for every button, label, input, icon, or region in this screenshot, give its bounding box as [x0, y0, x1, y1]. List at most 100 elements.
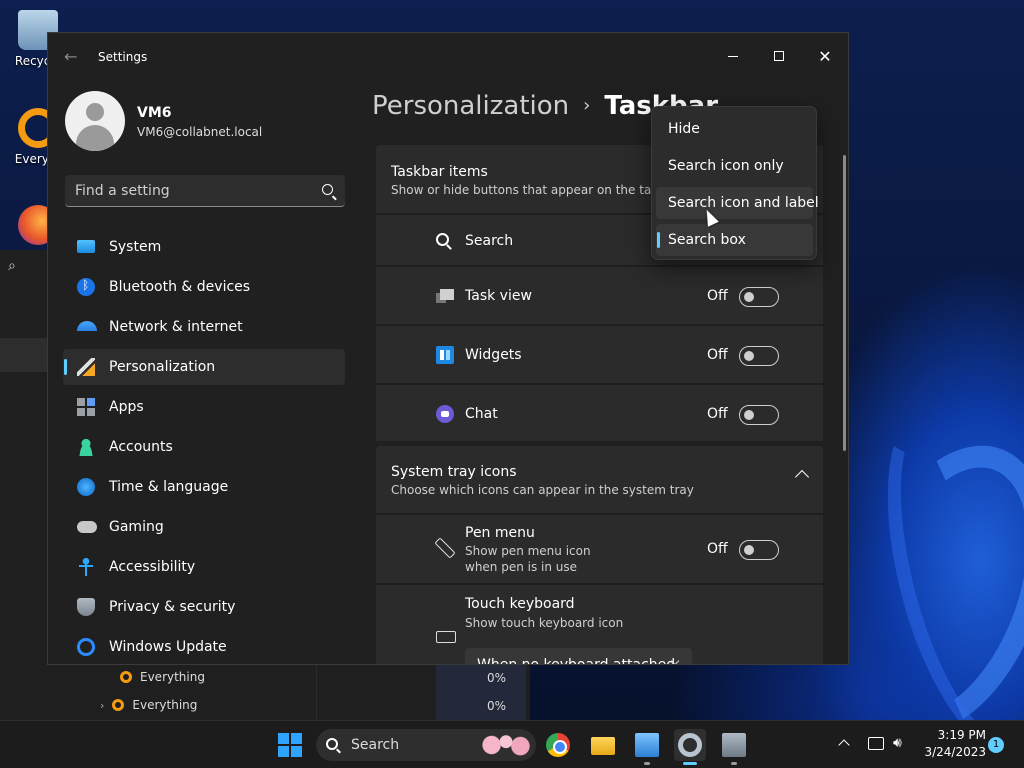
sidebar-item-label: Accessibility — [109, 559, 196, 575]
task-view-toggle[interactable] — [739, 287, 779, 307]
chevron-right-icon: › — [583, 95, 591, 116]
sidebar-item-label: Windows Update — [109, 639, 227, 655]
search-box[interactable] — [65, 175, 345, 207]
wifi-icon — [77, 321, 97, 331]
setting-row-pen-menu: Pen menu Show pen menu icon when pen is … — [376, 513, 823, 583]
sidebar-item-time-language[interactable]: Time & language — [63, 469, 345, 505]
search-input[interactable] — [75, 181, 305, 201]
chat-toggle[interactable] — [739, 405, 779, 425]
app-title: Settings — [98, 50, 148, 64]
dropdown-option-search-icon-only[interactable]: Search icon only — [656, 150, 813, 182]
clock-time[interactable]: 3:19 PM — [930, 728, 986, 742]
minimize-button[interactable] — [710, 41, 756, 71]
cpu-percent: 0% — [487, 671, 507, 685]
sidebar-item-label: Time & language — [109, 479, 229, 495]
toggle-state: Off — [707, 406, 728, 422]
setting-description: when pen is in use — [465, 560, 578, 574]
person-icon — [77, 438, 95, 456]
toggle-state: Off — [707, 541, 728, 557]
sidebar-item-privacy[interactable]: Privacy & security — [63, 589, 345, 625]
taskbar-search-label: Search — [351, 737, 400, 753]
section-title: Taskbar items — [391, 164, 488, 180]
setting-label: Chat — [465, 406, 498, 422]
gear-icon — [678, 733, 702, 757]
sidebar-item-label: Apps — [109, 399, 144, 415]
sidebar-item-gaming[interactable]: Gaming — [63, 509, 345, 545]
taskbar-app-chrome[interactable] — [542, 729, 574, 761]
sidebar-item-bluetooth[interactable]: Bluetooth & devices — [63, 269, 345, 305]
setting-description: Show touch keyboard icon — [465, 616, 624, 630]
dropdown-option-search-icon-and-label[interactable]: Search icon and label — [656, 187, 819, 219]
chevron-up-icon[interactable] — [794, 469, 810, 485]
avatar[interactable] — [65, 91, 125, 151]
dropdown-option-search-box[interactable]: Search box — [656, 224, 813, 256]
pen-menu-toggle[interactable] — [739, 540, 779, 560]
section-subtitle: Show or hide buttons that appear on the … — [391, 183, 680, 197]
chrome-icon — [546, 733, 570, 757]
user-name: VM6 — [137, 105, 172, 121]
sidebar-item-label: Privacy & security — [109, 599, 236, 615]
sidebar-item-label: Personalization — [109, 359, 216, 375]
breadcrumb-parent[interactable]: Personalization — [372, 91, 569, 121]
clock-date[interactable]: 3/24/2023 — [920, 745, 986, 759]
system-tray-header[interactable]: System tray icons Choose which icons can… — [376, 446, 823, 513]
minimize-icon — [728, 55, 738, 57]
bluetooth-icon — [77, 278, 95, 296]
dropdown-option-hide[interactable]: Hide — [656, 113, 813, 145]
setting-label: Pen menu — [465, 525, 535, 541]
keyboard-icon — [436, 631, 456, 643]
taskbar-app-remote-desktop[interactable] — [631, 729, 663, 765]
taskbar-search[interactable]: Search — [316, 729, 536, 761]
chevron-right-icon[interactable]: › — [100, 699, 104, 712]
widgets-icon — [436, 346, 454, 364]
volume-icon[interactable]: 🔊︎ — [893, 735, 902, 751]
sidebar-item-label: Bluetooth & devices — [109, 279, 251, 295]
search-icon — [436, 233, 449, 246]
chat-icon — [436, 405, 454, 423]
maximize-icon — [774, 51, 784, 61]
remote-desktop-icon — [635, 733, 659, 757]
start-button[interactable] — [278, 733, 302, 757]
setting-description: Show pen menu icon — [465, 544, 591, 558]
toggle-state: Off — [707, 288, 728, 304]
avatar-head — [86, 103, 104, 121]
sidebar-item-accessibility[interactable]: Accessibility — [63, 549, 345, 585]
sidebar-item-personalization[interactable]: Personalization — [63, 349, 345, 385]
notification-badge[interactable]: 1 — [988, 737, 1004, 753]
list-item[interactable]: › Everything — [100, 698, 197, 712]
chevron-up-icon[interactable] — [838, 739, 850, 751]
taskbar-app-performance[interactable] — [718, 729, 750, 765]
sidebar-item-network[interactable]: Network & internet — [63, 309, 345, 345]
back-arrow-icon[interactable]: ← — [64, 47, 77, 66]
maximize-button[interactable] — [756, 41, 802, 71]
content-scrollbar[interactable] — [843, 155, 846, 451]
sidebar-item-system[interactable]: System — [63, 229, 345, 265]
touch-keyboard-select[interactable]: When no keyboard attached — [465, 648, 692, 664]
network-icon[interactable] — [868, 737, 884, 750]
widgets-toggle[interactable] — [739, 346, 779, 366]
sidebar-item-accounts[interactable]: Accounts — [63, 429, 345, 465]
toggle-state: Off — [707, 347, 728, 363]
folder-icon — [591, 737, 615, 755]
close-button[interactable]: ✕ — [802, 41, 848, 71]
setting-label: Widgets — [465, 347, 522, 363]
taskbar-app-settings[interactable] — [674, 729, 706, 765]
setting-label: Task view — [465, 288, 532, 304]
setting-row-widgets: Widgets Off — [376, 324, 823, 383]
gamepad-icon — [77, 521, 97, 533]
globe-clock-icon — [77, 478, 95, 496]
taskbar-app-file-explorer[interactable] — [587, 729, 619, 761]
system-icon — [77, 240, 95, 253]
list-item[interactable]: Everything — [120, 670, 205, 684]
search-icon — [326, 738, 338, 750]
avatar-body — [76, 125, 114, 151]
background-search-icon: ⌕ — [8, 258, 16, 274]
sidebar-item-apps[interactable]: Apps — [63, 389, 345, 425]
system-tray-card: System tray icons Choose which icons can… — [376, 446, 823, 664]
shield-icon — [77, 598, 95, 616]
list-item-label: Everything — [132, 698, 198, 712]
search-icon[interactable] — [322, 184, 333, 195]
title-bar[interactable]: ← Settings ✕ — [48, 33, 848, 81]
sidebar-item-windows-update[interactable]: Windows Update — [63, 629, 345, 664]
sidebar-item-label: Accounts — [109, 439, 173, 455]
